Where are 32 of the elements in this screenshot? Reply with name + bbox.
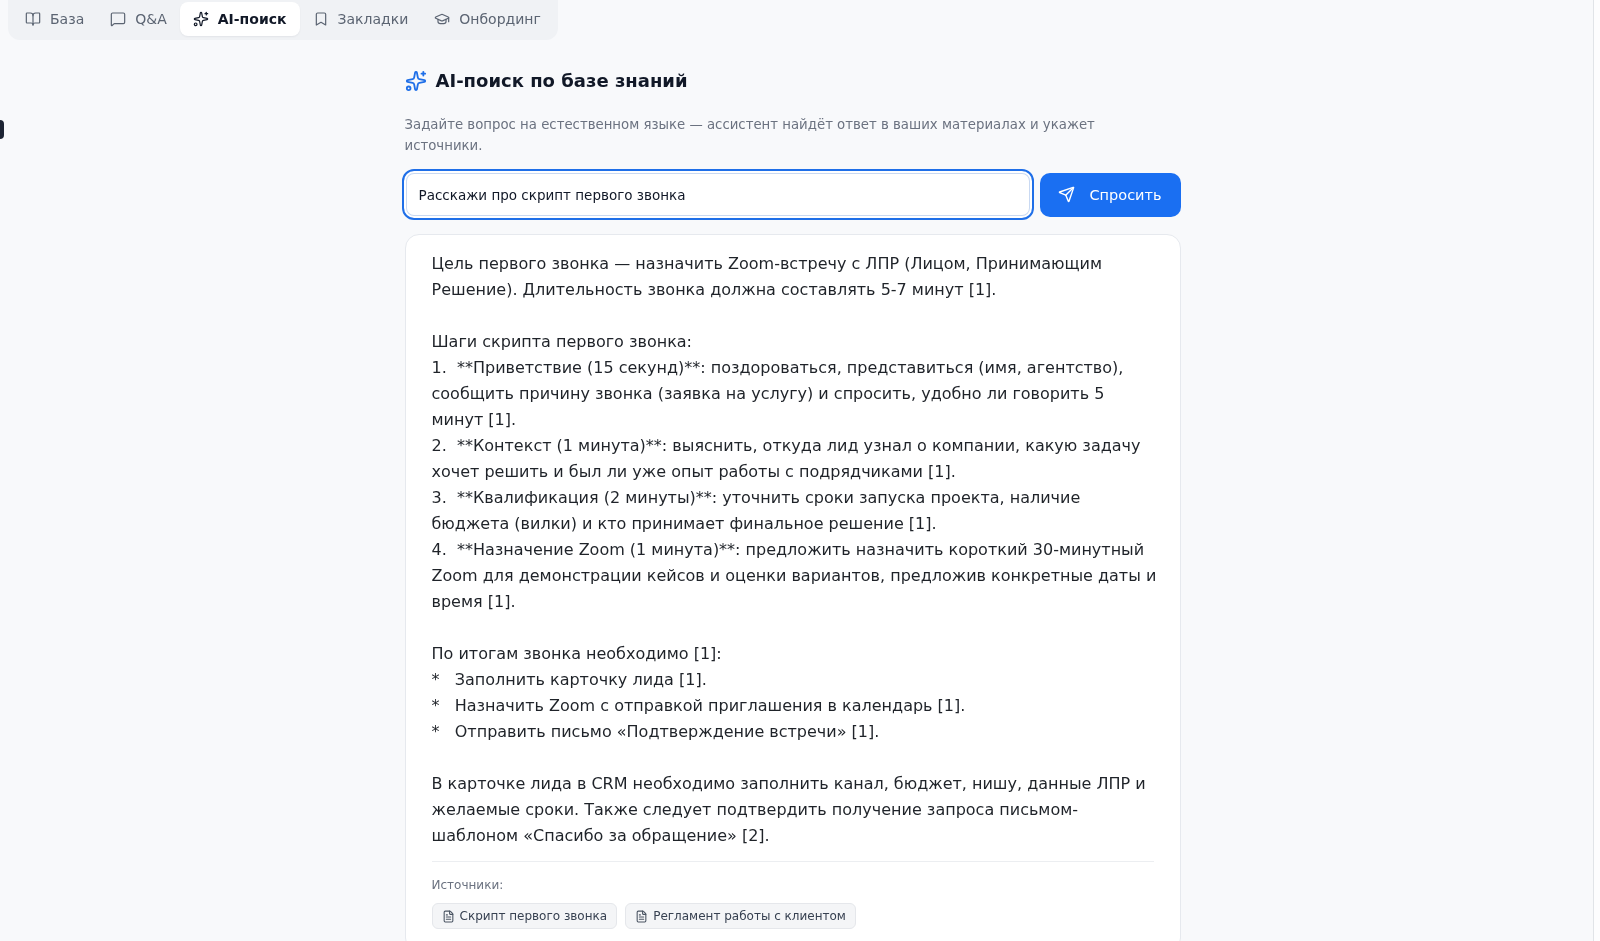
book-open-icon [25,11,41,27]
source-button[interactable]: Скрипт первого звонка [431,903,618,929]
nav-tab[interactable]: Q&A [97,2,180,36]
nav-tab[interactable]: База [12,2,98,36]
answer-text: * Заполнить карточку лида [1]. [431,669,708,691]
sources-label: Источники: [431,877,505,893]
answer-text: * Отправить письмо «Подтверждение встречи» [1]. [431,721,881,743]
question-input-field[interactable]: Расскажи про скрипт первого звонка [401,169,1034,220]
document-icon [635,909,649,923]
send-icon [1058,186,1076,203]
answer-text: Цель первого звонка — назначить Zoom-встречу с ЛПР (Лицом, Принимающим Решение). Длительность звонка должна составлять 5-7 минут [1]. [431,253,1104,301]
answer-text: 3. **Квалификация (2 минуты)**: уточнить сроки запуска проекта, наличие бюджета (вилки) и кто принимает финальное решение [1]. [431,487,1082,535]
answer-text: Шаги скрипта первого звонка: [431,331,693,353]
scrollbar-track[interactable] [1593,0,1600,941]
graduation-cap-icon [434,11,451,27]
answer-text: По итогам звонка необходимо [1]: [431,643,723,665]
sparkles-icon [192,11,209,27]
ask-button[interactable]: Спросить [1039,172,1181,217]
answer-text: 2. **Контекст (1 минута)**: выяснить, откуда лид узнал о компании, какую задачу хочет решить и был ли уже опыт работы с подрядчиками [1]. [431,435,1142,483]
document-icon [441,909,455,923]
source-button[interactable]: Регламент работы с клиентом [625,903,856,929]
chat-bubble-icon [110,11,127,27]
answer-text: 1. **Приветствие (15 секунд)**: поздороваться, представиться (имя, агентство), сообщить причину звонка (заявка на услугу) и спросить, удобно ли говорить 5 минут [1]. [431,357,1125,431]
page-title: AI-поиск по базе знаний [435,69,688,93]
answer-text: 4. **Назначение Zoom (1 минута)**: предложить назначить короткий 30-минутный Zoom для демонстрации кейсов и оценки вариантов, предложив конкретные даты и время [1]. [431,539,1158,613]
nav-tab[interactable]: Закладки [299,2,422,36]
nav-tab[interactable]: AI-поиск [179,2,300,36]
nav-tab[interactable]: Онбординг [421,2,554,36]
sparkles-icon [404,70,427,92]
answer-text: В карточке лида в CRM необходимо заполнить канал, бюджет, нишу, данные ЛПР и желаемые сроки. Также следует подтвердить получение запроса письмом-шаблоном «Спасибо за обращение» [2]. [431,773,1147,847]
answer-text: * Назначить Zoom с отправкой приглашения в календарь [1]. [431,695,967,717]
page-subtitle: Задайте вопрос на естественном языке — ассистент найдёт ответ в ваших материалах и укажет источники. [404,116,1096,155]
